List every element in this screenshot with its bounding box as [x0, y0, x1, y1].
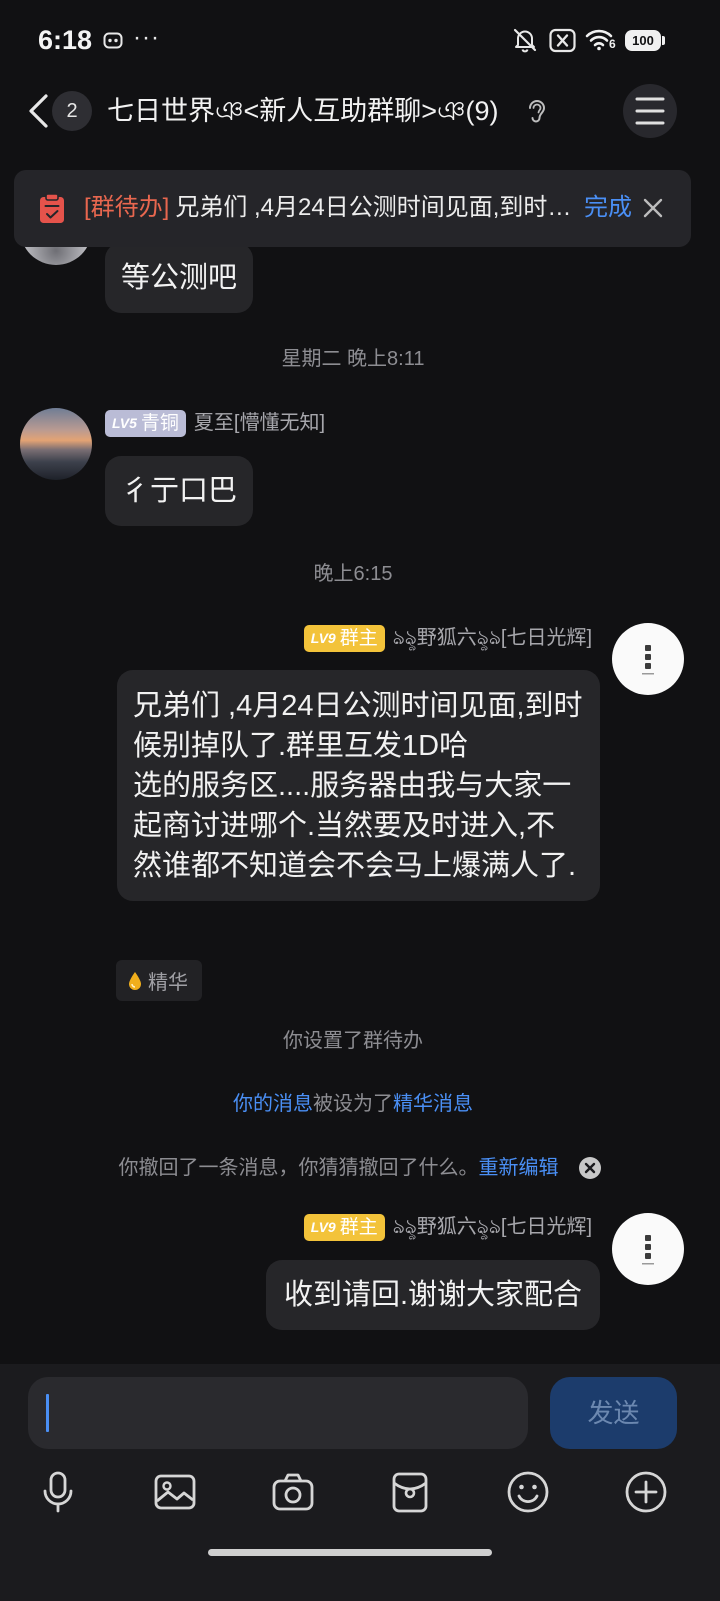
sender-name[interactable]: 夏至[懵懂无知]: [194, 410, 325, 437]
emoji-icon[interactable]: [506, 1470, 550, 1514]
essence-label: 精华: [148, 972, 188, 994]
sender-meta: LV9 群主 ঌৡ野狐六ৡঌ[七日光辉]: [303, 1214, 592, 1241]
todo-text: 兄弟们 ,4月24日公测时间见面,到时…: [175, 194, 572, 221]
send-button[interactable]: 发送: [550, 1377, 677, 1449]
close-icon[interactable]: [642, 197, 664, 219]
sender-meta: LV9 群主 ঌৡ野狐六ৡঌ[七日光辉]: [303, 625, 592, 652]
member-level-badge[interactable]: LV5 青铜: [105, 410, 186, 437]
image-icon[interactable]: [153, 1470, 197, 1514]
level-label: LV9: [310, 630, 336, 646]
composer-panel: 发送: [0, 1364, 720, 1601]
pinned-todo-banner[interactable]: [群待办] 兄弟们 ,4月24日公测时间见面,到时… 完成: [14, 170, 691, 247]
avatar-logo: [642, 645, 654, 675]
message-bubble[interactable]: 彳亍口巴: [105, 456, 254, 526]
system-notice: 你设置了群待办: [283, 1030, 423, 1052]
app-notification-icon: [103, 32, 123, 49]
re-edit-link[interactable]: 重新编辑: [479, 1155, 559, 1181]
message-bubble[interactable]: 收到请回.谢谢大家配合: [265, 1260, 600, 1330]
level-label: LV5: [112, 415, 137, 431]
add-icon[interactable]: [624, 1470, 668, 1514]
owner-badge[interactable]: LV9 群主: [303, 625, 385, 652]
close-circle-icon[interactable]: [578, 1156, 602, 1180]
wifi-generation-label: 6: [609, 37, 616, 51]
role-title: 群主: [339, 1217, 378, 1238]
system-notice: 你的消息被设为了精华消息: [0, 1091, 706, 1117]
battery-nub: [662, 36, 665, 45]
pinned-todo-line: [群待办] 兄弟们 ,4月24日公测时间见面,到时…: [84, 190, 578, 226]
text-cursor: [46, 1394, 49, 1432]
status-time: 6:18: [38, 25, 93, 55]
avatar[interactable]: [20, 408, 92, 480]
avatar[interactable]: [612, 1213, 684, 1285]
notice-text: 被设为了: [313, 1093, 393, 1115]
red-packet-icon[interactable]: [388, 1470, 432, 1514]
avatar-logo: [642, 1235, 654, 1265]
avatar[interactable]: [612, 623, 684, 695]
drop-icon: [129, 971, 141, 990]
sender-meta: LV5 青铜 夏至[懵懂无知]: [105, 410, 325, 437]
sender-name[interactable]: ঌৡ野狐六ৡঌ[七日光辉]: [393, 1214, 592, 1241]
message-input[interactable]: [28, 1377, 528, 1449]
role-title: 群主: [339, 628, 378, 649]
unread-count-badge[interactable]: 2: [52, 91, 92, 131]
owner-badge[interactable]: LV9 群主: [303, 1214, 385, 1241]
bell-muted-icon: [513, 28, 537, 53]
status-overflow-dots: ···: [133, 24, 160, 51]
message-bubble[interactable]: 等公测吧: [105, 243, 254, 313]
ear-icon: [529, 100, 546, 123]
timestamp: 晚上6:15: [313, 563, 393, 585]
group-title[interactable]: 七日世界ঞ<新人互助群聊>ঞ(9): [107, 93, 499, 129]
mic-icon[interactable]: [36, 1470, 80, 1514]
todo-tag: [群待办]: [84, 194, 170, 221]
level-title: 青铜: [140, 413, 179, 434]
timestamp: 星期二 晚上8:11: [281, 348, 425, 370]
clipboard-icon: [40, 193, 64, 223]
message-bubble[interactable]: 兄弟们 ,4月24日公测时间见面,到时候别掉队了.群里互发1D哈 选的服务区..…: [117, 670, 600, 901]
recall-notice: 你撤回了一条消息，你猜猜撤回了什么。 重新编辑: [0, 1154, 720, 1182]
no-sim-icon: [549, 28, 576, 53]
essence-message-link[interactable]: 精华消息: [393, 1093, 473, 1115]
todo-done-button[interactable]: 完成: [584, 190, 632, 226]
home-indicator[interactable]: [208, 1549, 492, 1556]
menu-button[interactable]: [623, 84, 677, 138]
back-chevron-icon[interactable]: [26, 93, 50, 129]
recall-text: 你撤回了一条消息，你猜猜撤回了什么。: [118, 1157, 479, 1179]
sender-name[interactable]: ঌৡ野狐六ৡঌ[七日光辉]: [393, 625, 592, 652]
essence-tag[interactable]: 精华: [116, 960, 202, 1001]
camera-icon[interactable]: [271, 1470, 315, 1514]
my-message-link[interactable]: 你的消息: [233, 1093, 313, 1115]
level-label: LV9: [310, 1219, 336, 1235]
hamburger-icon: [635, 97, 665, 125]
battery-level: 100: [625, 30, 661, 51]
